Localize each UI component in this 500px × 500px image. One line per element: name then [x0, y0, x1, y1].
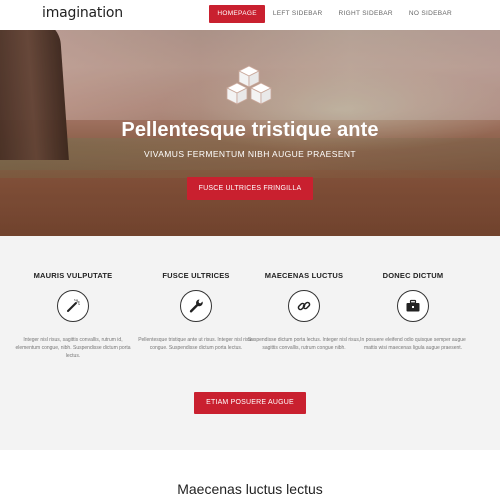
features-section: MAURIS VULPUTATE Integer nisl risus, sag… [0, 236, 500, 450]
feature-icon-circle [397, 290, 429, 322]
feature-text: Suspendisse dictum porta lectus. Integer… [247, 337, 361, 351]
site-logo[interactable]: imagination [42, 5, 123, 21]
feature-title: MAURIS VULPUTATE [33, 271, 113, 280]
feature-icon-circle [180, 290, 212, 322]
cubes-icon [226, 65, 272, 105]
nav-item-right-sidebar[interactable]: RIGHT SIDEBAR [331, 5, 401, 23]
feature-icon-circle [57, 290, 89, 322]
feature-icon-circle [288, 290, 320, 322]
feature-text: Integer nisl risus, sagittis convallis, … [15, 337, 131, 359]
hero-subtitle: VIVAMUS FERMENTUM NIBH AUGUE PRAESENT [143, 149, 357, 159]
link-icon [297, 301, 311, 311]
nav-item-left-sidebar[interactable]: LEFT SIDEBAR [265, 5, 331, 23]
briefcase-icon [406, 299, 420, 312]
section-title: Maecenas luctus lectus [177, 481, 323, 497]
hero-title: Pellentesque tristique ante [121, 119, 379, 141]
feature-text: Pellentesque tristique ante ut risus. In… [138, 337, 254, 351]
wrench-icon [189, 299, 203, 313]
hero-cta-button[interactable]: FUSCE ULTRICES FRINGILLA [187, 177, 313, 200]
nav-item-homepage[interactable]: HOMEPAGE [209, 5, 265, 23]
magic-wand-icon [67, 299, 80, 312]
feature-text: In posuere eleifend odio quisque semper … [360, 337, 466, 351]
nav-item-no-sidebar[interactable]: NO SIDEBAR [401, 5, 460, 23]
feature-title: MAECENAS LUCTUS [264, 271, 344, 280]
site-header: imagination HOMEPAGE LEFT SIDEBAR RIGHT … [0, 0, 500, 30]
feature-title: FUSCE ULTRICES [162, 271, 230, 280]
hero-banner: Pellentesque tristique ante VIVAMUS FERM… [0, 30, 500, 236]
main-nav: HOMEPAGE LEFT SIDEBAR RIGHT SIDEBAR NO S… [209, 5, 460, 23]
features-cta-button[interactable]: ETIAM POSUERE AUGUE [194, 392, 306, 414]
feature-title: DONEC DICTUM [382, 271, 444, 280]
